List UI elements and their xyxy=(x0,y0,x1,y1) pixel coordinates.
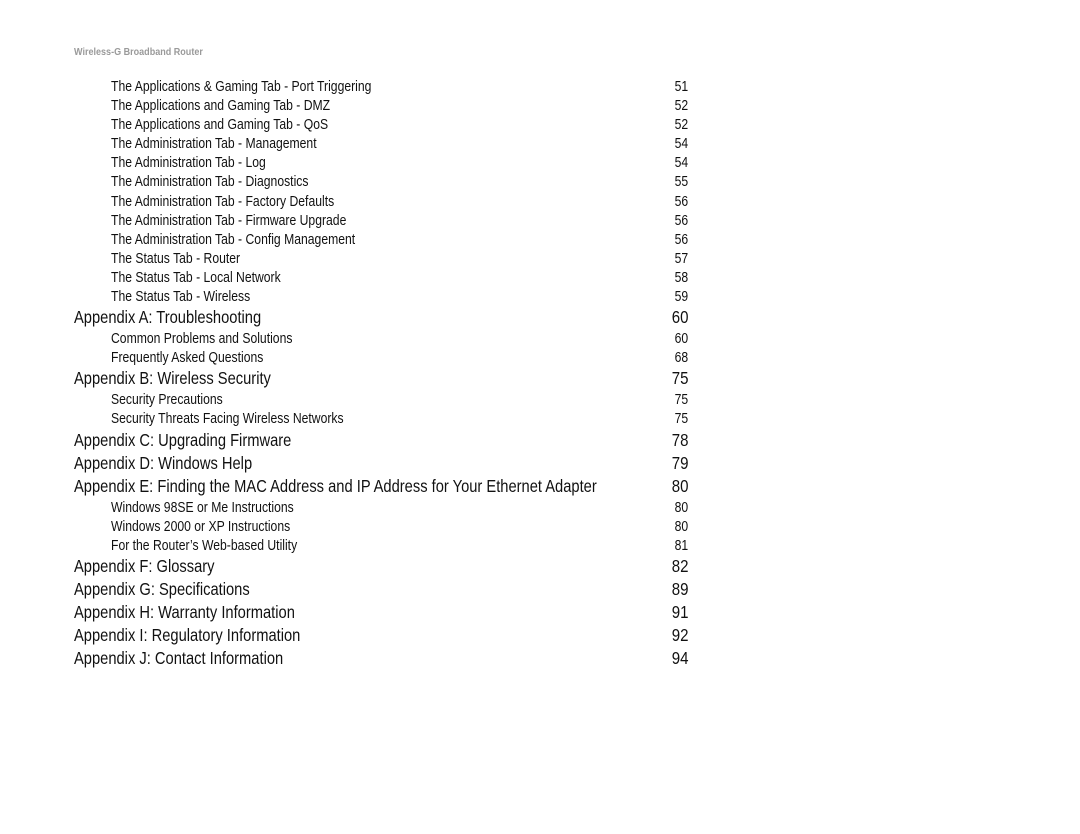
toc-entry-page: 80 xyxy=(674,518,688,535)
toc-entry-title: The Applications & Gaming Tab - Port Tri… xyxy=(111,79,372,95)
toc-entry[interactable]: For the Router’s Web-based Utility 81 xyxy=(74,537,688,556)
toc-entry[interactable]: The Administration Tab - Management 54 xyxy=(74,135,688,154)
toc-entry-page: 54 xyxy=(674,136,688,153)
toc-entry-page: 89 xyxy=(671,578,688,599)
toc-entry-page: 54 xyxy=(674,155,688,172)
toc-entry-title: The Status Tab - Local Network xyxy=(111,269,281,286)
toc-entry[interactable]: The Administration Tab - Config Manageme… xyxy=(74,231,688,250)
toc-entry-title: The Status Tab - Wireless xyxy=(111,289,251,306)
toc-entry-title: The Administration Tab - Management xyxy=(111,136,317,153)
toc-entry-title: The Applications and Gaming Tab - DMZ xyxy=(111,98,331,115)
toc-entry-page: 79 xyxy=(671,452,688,473)
toc-entry-page: 78 xyxy=(671,429,688,450)
toc-appendix-entry[interactable]: Appendix J: Contact Information 94 xyxy=(74,648,688,671)
toc-appendix-entry[interactable]: Appendix A: Troubleshooting 60 xyxy=(74,307,688,330)
toc-entry-page: 51 xyxy=(674,79,688,95)
toc-entry[interactable]: The Status Tab - Router 57 xyxy=(74,250,688,269)
toc-appendix-entry[interactable]: Appendix H: Warranty Information 91 xyxy=(74,602,688,625)
toc-entry-title: The Administration Tab - Firmware Upgrad… xyxy=(111,212,347,229)
toc-appendix-entry[interactable]: Appendix C: Upgrading Firmware 78 xyxy=(74,430,688,453)
toc-entry-page: 82 xyxy=(671,555,688,576)
toc-entry-title: Windows 98SE or Me Instructions xyxy=(111,499,294,516)
toc-entry[interactable]: The Administration Tab - Log 54 xyxy=(74,154,688,173)
toc-entry-title: Appendix A: Troubleshooting xyxy=(74,307,262,328)
toc-entry-page: 60 xyxy=(674,331,688,348)
toc-entry-title: Appendix J: Contact Information xyxy=(74,647,284,668)
toc-entry[interactable]: Frequently Asked Questions 68 xyxy=(74,349,688,368)
toc-entry-page: 56 xyxy=(674,231,688,248)
toc-entry[interactable]: The Status Tab - Local Network 58 xyxy=(74,269,688,288)
toc-entry-page: 91 xyxy=(671,601,688,622)
toc-entry-title: Windows 2000 or XP Instructions xyxy=(111,518,291,535)
toc-entry-page: 81 xyxy=(674,537,688,554)
toc-entry[interactable]: The Administration Tab - Factory Default… xyxy=(74,193,688,212)
toc-entry-page: 92 xyxy=(671,624,688,645)
toc-entry-title: Security Precautions xyxy=(111,392,223,409)
toc-entry-page: 94 xyxy=(671,647,688,668)
toc-entry-page: 58 xyxy=(674,269,688,286)
toc-entry[interactable]: The Applications and Gaming Tab - QoS 52 xyxy=(74,116,688,135)
toc-entry-page: 60 xyxy=(671,307,688,328)
toc-entry-title: Appendix H: Warranty Information xyxy=(74,601,295,622)
toc-entry[interactable]: The Applications and Gaming Tab - DMZ 52 xyxy=(74,97,688,116)
toc-appendix-entry[interactable]: Appendix D: Windows Help 79 xyxy=(74,453,688,476)
toc-entry-title: The Administration Tab - Log xyxy=(111,155,266,172)
toc-entry-title: The Administration Tab - Diagnostics xyxy=(111,174,309,191)
toc-entry-page: 80 xyxy=(671,475,688,496)
toc-entry-page: 75 xyxy=(671,368,688,389)
toc-entry-title: Security Threats Facing Wireless Network… xyxy=(111,411,344,428)
toc-appendix-entry[interactable]: Appendix I: Regulatory Information 92 xyxy=(74,625,688,648)
toc-entry-title: Appendix E: Finding the MAC Address and … xyxy=(74,475,597,496)
toc-entry-title: The Administration Tab - Config Manageme… xyxy=(111,231,356,248)
toc-entry-title: For the Router’s Web-based Utility xyxy=(111,537,298,554)
toc-entry-page: 68 xyxy=(674,350,688,367)
toc-entry-page: 59 xyxy=(674,289,688,306)
toc-entry-title: The Status Tab - Router xyxy=(111,250,241,267)
toc-entry-title: Appendix G: Specifications xyxy=(74,578,250,599)
toc-entry-title: Appendix F: Glossary xyxy=(74,555,215,576)
toc-entry-title: Appendix I: Regulatory Information xyxy=(74,624,301,645)
toc-entry-title: Frequently Asked Questions xyxy=(111,350,264,367)
toc-entry[interactable]: Common Problems and Solutions 60 xyxy=(74,330,688,349)
toc-entry[interactable]: Security Threats Facing Wireless Network… xyxy=(74,410,688,429)
toc-entry-page: 75 xyxy=(674,411,688,428)
toc-entry-title: Appendix B: Wireless Security xyxy=(74,368,271,389)
toc-entry-title: The Applications and Gaming Tab - QoS xyxy=(111,117,329,134)
toc-entry-page: 80 xyxy=(674,499,688,516)
toc-entry-title: Common Problems and Solutions xyxy=(111,331,293,348)
toc-entry[interactable]: The Status Tab - Wireless 59 xyxy=(74,288,688,307)
toc-entry[interactable]: The Administration Tab - Firmware Upgrad… xyxy=(74,212,688,231)
toc-entry[interactable]: Windows 2000 or XP Instructions 80 xyxy=(74,518,688,537)
toc-entry-page: 52 xyxy=(674,98,688,115)
toc-entry-title: Appendix D: Windows Help xyxy=(74,452,253,473)
toc-entry[interactable]: Windows 98SE or Me Instructions 80 xyxy=(74,499,688,518)
toc-entry-page: 52 xyxy=(674,117,688,134)
toc-entry[interactable]: The Administration Tab - Diagnostics 55 xyxy=(74,173,688,192)
toc-entry-page: 56 xyxy=(674,212,688,229)
toc-entry-page: 56 xyxy=(674,193,688,210)
toc-appendix-entry[interactable]: Appendix G: Specifications 89 xyxy=(74,579,688,602)
toc-entry[interactable]: Security Precautions 75 xyxy=(74,391,688,410)
toc-entry-page: 75 xyxy=(674,392,688,409)
toc-appendix-entry[interactable]: Appendix F: Glossary 82 xyxy=(74,556,688,579)
toc-appendix-entry[interactable]: Appendix E: Finding the MAC Address and … xyxy=(74,476,688,499)
running-header: Wireless-G Broadband Router xyxy=(74,46,203,58)
toc-entry-title: Appendix C: Upgrading Firmware xyxy=(74,429,292,450)
toc-entry-page: 57 xyxy=(674,250,688,267)
toc-entry-page: 55 xyxy=(674,174,688,191)
toc-appendix-entry[interactable]: Appendix B: Wireless Security 75 xyxy=(74,368,688,391)
toc-entry[interactable]: The Applications & Gaming Tab - Port Tri… xyxy=(74,78,688,97)
table-of-contents: The Applications & Gaming Tab - Port Tri… xyxy=(74,78,688,671)
toc-entry-title: The Administration Tab - Factory Default… xyxy=(111,193,335,210)
